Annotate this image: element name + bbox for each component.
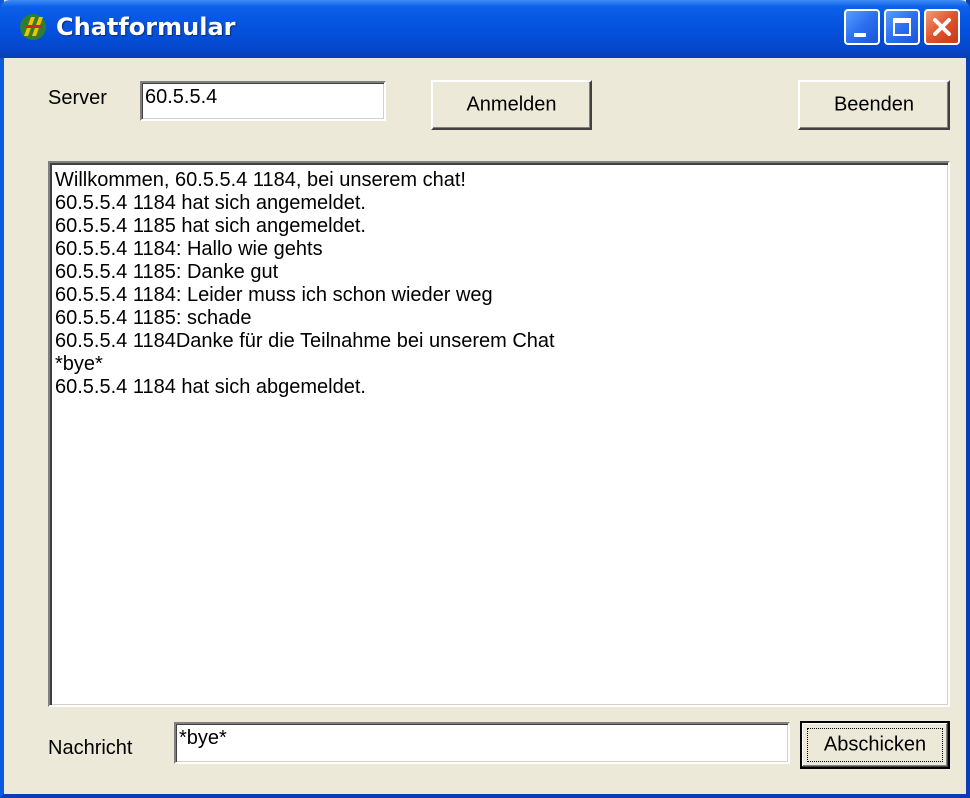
chat-window: Chatformular Server 60.5.5.4 Anmelden Be…: [0, 0, 970, 798]
close-button[interactable]: [924, 9, 960, 45]
maximize-button[interactable]: [884, 9, 920, 45]
message-input-value: *bye*: [179, 727, 227, 749]
chat-line: 60.5.5.4 1184Danke für die Teilnahme bei…: [55, 330, 555, 352]
chat-log[interactable]: Willkommen, 60.5.5.4 1184, bei unserem c…: [48, 161, 950, 707]
beenden-button-label: Beenden: [833, 93, 915, 116]
beenden-button[interactable]: Beenden: [798, 80, 950, 130]
chat-line: 60.5.5.4 1185: schade: [55, 307, 252, 329]
chat-line: *bye*: [55, 353, 103, 375]
chat-log-lines: Willkommen, 60.5.5.4 1184, bei unserem c…: [55, 169, 944, 399]
anmelden-button[interactable]: Anmelden: [431, 80, 592, 130]
message-input[interactable]: *bye*: [174, 722, 790, 764]
chat-line: 60.5.5.4 1184: Leider muss ich schon wie…: [55, 284, 493, 306]
app-icon: [20, 14, 46, 40]
chat-line: 60.5.5.4 1184 hat sich angemeldet.: [55, 192, 366, 214]
abschicken-button-label: Abschicken: [823, 733, 927, 756]
server-input-value: 60.5.5.4: [145, 86, 218, 108]
chat-line: Willkommen, 60.5.5.4 1184, bei unserem c…: [55, 169, 466, 191]
anmelden-button-label: Anmelden: [466, 93, 557, 116]
server-input[interactable]: 60.5.5.4: [140, 81, 386, 121]
title-bar[interactable]: Chatformular: [0, 0, 970, 58]
minimize-button[interactable]: [844, 9, 880, 45]
abschicken-button[interactable]: Abschicken: [800, 721, 950, 769]
chat-line: 60.5.5.4 1184 hat sich abgemeldet.: [55, 376, 366, 398]
minimize-icon: [854, 33, 866, 37]
chat-line: 60.5.5.4 1185: Danke gut: [55, 261, 279, 283]
chat-line: 60.5.5.4 1184: Hallo wie gehts: [55, 238, 323, 260]
server-label: Server: [48, 87, 107, 109]
window-title: Chatformular: [56, 13, 236, 41]
maximize-icon: [893, 18, 911, 36]
close-icon: [933, 18, 951, 36]
chat-line: 60.5.5.4 1185 hat sich angemeldet.: [55, 215, 366, 237]
message-label: Nachricht: [48, 737, 133, 759]
